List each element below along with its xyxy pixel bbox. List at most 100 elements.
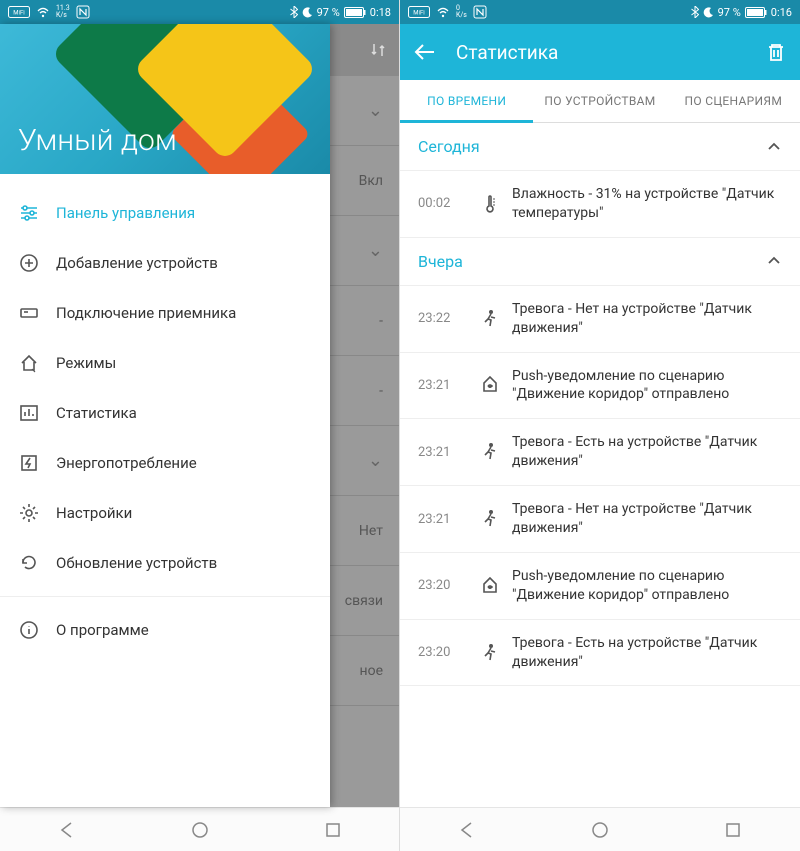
menu-item-sliders[interactable]: Панель управления [0, 188, 330, 238]
log-entry[interactable]: 23:21Тревога - Нет на устройстве "Датчик… [400, 486, 800, 553]
menu-item-receiver[interactable]: Подключение приемника [0, 288, 330, 338]
sort-icon [369, 41, 387, 59]
motion-icon [468, 308, 512, 330]
menu-label: Энергопотребление [56, 454, 197, 472]
moon-icon [703, 7, 714, 18]
nav-recent-button[interactable] [324, 821, 342, 839]
gear-icon [18, 502, 56, 524]
delete-button[interactable] [766, 41, 786, 63]
app-title: Умный дом [18, 123, 177, 158]
nav-recent-button[interactable] [724, 821, 742, 839]
nfc-icon [473, 5, 487, 19]
log-entry[interactable]: 00:02Влажность - 31% на устройстве "Датч… [400, 171, 800, 238]
tab-by-scenarios[interactable]: ПО СЦЕНАРИЯМ [667, 80, 800, 122]
menu-item-home-mode[interactable]: Режимы [0, 338, 330, 388]
sliders-icon [18, 202, 56, 224]
battery-pct: 97 % [317, 6, 340, 19]
bar-chart-icon [18, 402, 56, 424]
refresh-icon [18, 552, 56, 574]
log-entry[interactable]: 23:20Push-уведомление по сценарию "Движе… [400, 553, 800, 620]
nav-back-button[interactable] [458, 821, 476, 839]
info-icon [18, 619, 56, 641]
tabs: ПО ВРЕМЕНИ ПО УСТРОЙСТВАМ ПО СЦЕНАРИЯМ [400, 80, 800, 123]
thermo-icon [468, 193, 512, 215]
entry-time: 23:20 [418, 645, 468, 660]
motion-icon [468, 441, 512, 463]
statistics-list[interactable]: Сегодня 00:02Влажность - 31% на устройств… [400, 123, 800, 807]
bluetooth-icon [691, 6, 699, 18]
speed-unit: K/s [56, 12, 70, 19]
speed-unit: K/s [456, 12, 467, 19]
nav-back-button[interactable] [58, 821, 76, 839]
battery-pct: 97 % [718, 6, 741, 19]
entry-text: Тревога - Нет на устройстве "Датчик движ… [512, 300, 782, 338]
app-bar: Статистика [400, 24, 800, 80]
wifi-icon [36, 7, 50, 18]
entry-time: 00:02 [418, 196, 468, 211]
log-entry[interactable]: 23:21 Тревога - Есть на устройстве "Датчи… [400, 419, 800, 486]
svg-text:MiFi: MiFi [13, 10, 25, 17]
svg-text:MiFi: MiFi [413, 10, 425, 17]
menu-label: О программе [56, 621, 149, 639]
receiver-icon [18, 302, 56, 324]
mifi-icon: MiFi [8, 6, 30, 18]
nav-home-button[interactable] [591, 821, 609, 839]
clock-time: 0:18 [370, 6, 391, 19]
chevron-up-icon [766, 253, 782, 269]
tab-by-time[interactable]: ПО ВРЕМЕНИ [400, 80, 533, 122]
menu-label: Обновление устройств [56, 554, 217, 572]
section-header[interactable]: Сегодня [400, 123, 800, 171]
bell-icon [468, 575, 512, 597]
menu-item-bar-chart[interactable]: Статистика [0, 388, 330, 438]
status-bar-right: MiFi 0 K/s 97 % 0:16 [400, 0, 800, 24]
motion-icon [468, 508, 512, 530]
tab-by-devices[interactable]: ПО УСТРОЙСТВАМ [533, 80, 666, 122]
battery-icon [344, 7, 366, 18]
menu-label: Панель управления [56, 204, 195, 222]
log-entry[interactable]: 23:20 Тревога - Есть на устройстве "Датчи… [400, 620, 800, 687]
section-title: Вчера [418, 252, 463, 271]
entry-text: Тревога - Есть на устройстве "Датчик дви… [512, 433, 782, 471]
entry-text: Тревога - Нет на устройстве "Датчик движ… [512, 500, 782, 538]
entry-text: Push-уведомление по сценарию "Движение к… [512, 367, 782, 405]
clock-time: 0:16 [771, 6, 792, 19]
chevron-up-icon [766, 139, 782, 155]
menu-item-energy[interactable]: Энергопотребление [0, 438, 330, 488]
section-title: Сегодня [418, 137, 480, 156]
entry-text: Push-уведомление по сценарию "Движение к… [512, 567, 782, 605]
menu-item-refresh[interactable]: Обновление устройств [0, 538, 330, 588]
menu-label: Статистика [56, 404, 137, 422]
entry-time: 23:21 [418, 378, 468, 393]
entry-time: 23:21 [418, 445, 468, 460]
mifi-icon: MiFi [408, 6, 430, 18]
plus-circle-icon [18, 252, 56, 274]
page-title: Статистика [456, 41, 766, 64]
phone-left: MiFi 11.3 K/s 97 % 0:18 [0, 0, 400, 851]
phone-right: MiFi 0 K/s 97 % 0:16 [400, 0, 800, 851]
energy-icon [18, 452, 56, 474]
menu-item-plus-circle[interactable]: Добавление устройств [0, 238, 330, 288]
menu-item-gear[interactable]: Настройки [0, 488, 330, 538]
home-mode-icon [18, 352, 56, 374]
section-header[interactable]: Вчера [400, 238, 800, 286]
motion-icon [468, 642, 512, 664]
navigation-drawer: Умный дом Панель управления Добавление ус… [0, 24, 330, 807]
battery-icon [745, 7, 767, 18]
log-entry[interactable]: 23:22 Тревога - Нет на устройстве "Датчик… [400, 286, 800, 353]
android-nav-bar [0, 807, 399, 851]
back-button[interactable] [414, 41, 436, 63]
entry-time: 23:22 [418, 311, 468, 326]
android-nav-bar [400, 807, 800, 851]
entry-text: Тревога - Есть на устройстве "Датчик дви… [512, 634, 782, 672]
moon-icon [302, 7, 313, 18]
nfc-icon [76, 5, 90, 19]
nav-home-button[interactable] [191, 821, 209, 839]
menu-label: Настройки [56, 504, 132, 522]
menu-label: Подключение приемника [56, 304, 236, 322]
menu-item-about[interactable]: О программе [0, 605, 330, 655]
drawer-header: Умный дом [0, 24, 330, 174]
menu-label: Режимы [56, 354, 116, 372]
log-entry[interactable]: 23:21 Push-уведомление по сценарию "Движе… [400, 353, 800, 420]
status-bar-left: MiFi 11.3 K/s 97 % 0:18 [0, 0, 399, 24]
wifi-icon [436, 7, 450, 18]
